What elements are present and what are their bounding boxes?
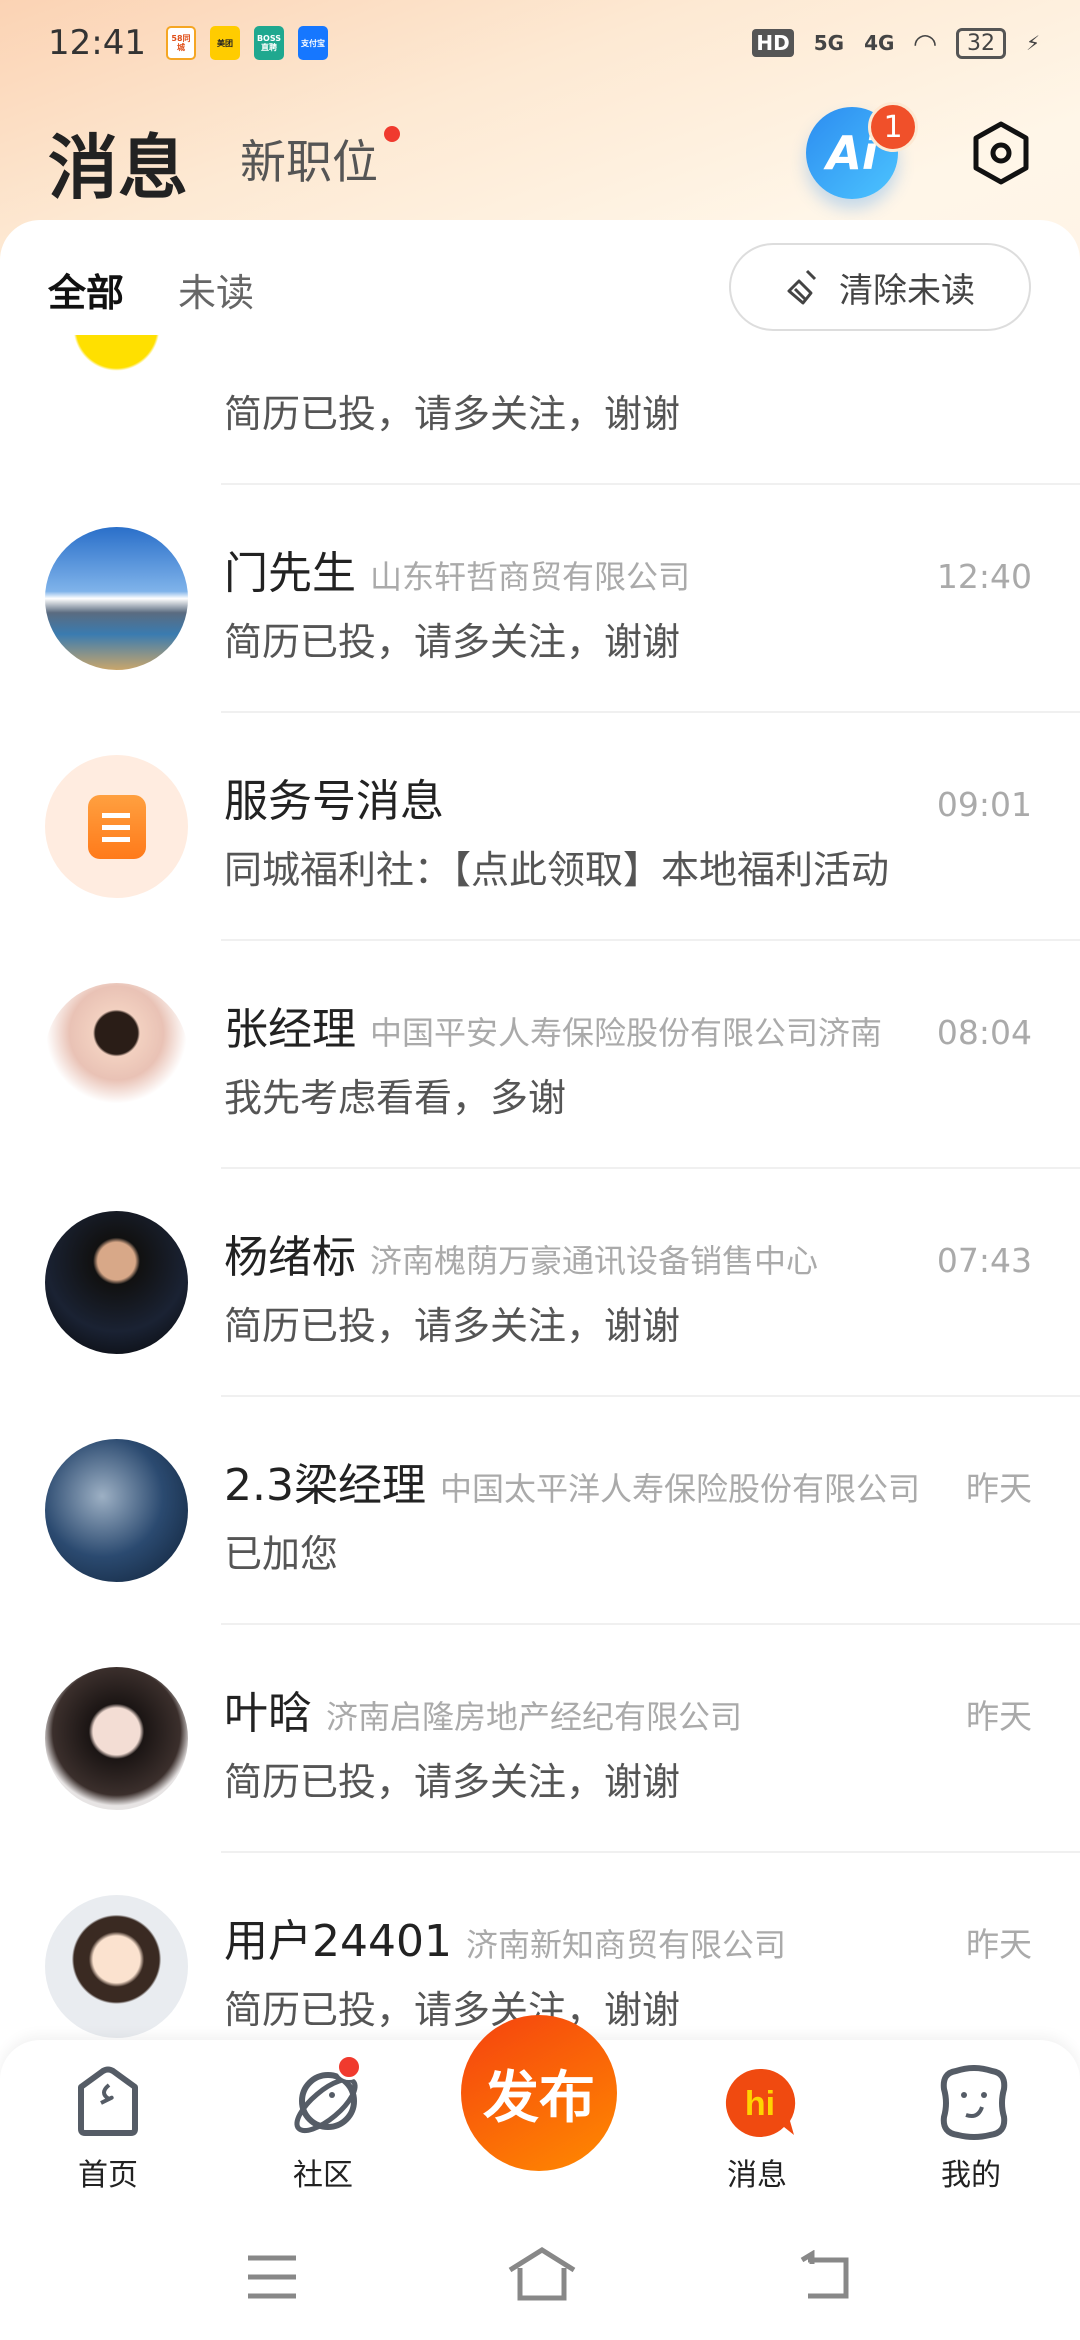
company-name: 山东轩哲商贸有限公司 (370, 558, 691, 596)
status-time: 12:41 (48, 23, 146, 63)
avatar (45, 527, 188, 670)
app-meituan-icon: 美团 (209, 26, 240, 60)
tab-unread[interactable]: 未读 (178, 262, 254, 317)
clear-unread-button[interactable]: 清除未读 (729, 243, 1031, 331)
conversation-row[interactable]: 服务号消息 09:01 同城福利社：【点此领取】本地福利活动 (0, 713, 1080, 941)
message-time: 09:01 (936, 785, 1032, 824)
settings-icon[interactable] (968, 120, 1034, 186)
page-title: 消息 (48, 127, 188, 209)
conversation-row[interactable]: 门先生 山东轩哲商贸有限公司 12:40 简历已投，请多关注，谢谢 (0, 485, 1080, 713)
wifi-icon: ◠ (914, 26, 936, 60)
signal-5g-icon: 5G (813, 31, 845, 55)
contact-name: 服务号消息 (224, 776, 444, 827)
home-tag-icon (78, 2066, 138, 2136)
conversation-list[interactable]: 简历已投，请多关注，谢谢 门先生 山东轩哲商贸有限公司 12:40 简历已投，请多关注，… (0, 335, 1080, 2040)
contact-name: 叶晗 (224, 1688, 312, 1739)
app-boss-icon: BOSS直聘 (253, 26, 284, 60)
message-time: 07:43 (936, 1241, 1032, 1280)
ai-badge: 1 (868, 102, 918, 152)
message-time: 12:40 (936, 557, 1032, 596)
conversation-row[interactable]: 张经理 中国平安人寿保险股份有限公司济南 08:04 我先考虑看看，多谢 (0, 941, 1080, 1169)
hi-text: hi (745, 2085, 775, 2123)
avatar (45, 1439, 188, 1582)
nav-mine[interactable]: 我的 (896, 2040, 1046, 2220)
contact-name: 门先生 (224, 548, 356, 599)
back-icon[interactable] (798, 2250, 852, 2300)
system-nav-bar (0, 2230, 1080, 2340)
status-bar: 12:41 58同城 美团 BOSS直聘 支付宝 HD 5G 4G ◠ 32 ⚡ (48, 18, 1040, 68)
message-preview: 简历已投，请多关注，谢谢 (224, 1988, 681, 2032)
company-name: 济南新知商贸有限公司 (465, 1926, 786, 1964)
nav-home[interactable]: 首页 (33, 2040, 183, 2220)
company-name: 济南启隆房地产经纪有限公司 (326, 1698, 743, 1736)
avatar (45, 335, 188, 442)
new-jobs-dot (384, 126, 400, 142)
broom-icon (787, 269, 817, 305)
conversation-row[interactable]: 用户24401 济南新知商贸有限公司 昨天简历已投，请多关注，谢谢 (0, 1853, 1080, 2040)
contact-name: 用户24401 (224, 1916, 452, 1967)
home-icon[interactable] (506, 2246, 578, 2302)
face-icon (940, 2065, 1008, 2140)
company-name: 中国平安人寿保险股份有限公司济南 (370, 1014, 883, 1052)
conversation-row[interactable]: 叶晗 济南启隆房地产经纪有限公司 昨天简历已投，请多关注，谢谢 (0, 1625, 1080, 1853)
message-preview: 同城福利社：【点此领取】本地福利活动 (224, 848, 890, 892)
publish-button[interactable]: 发布 (461, 2015, 617, 2171)
avatar (45, 1211, 188, 1354)
nav-community[interactable]: 社区 (248, 2040, 398, 2220)
avatar (45, 755, 188, 898)
message-preview: 我先考虑看看，多谢 (224, 1076, 567, 1120)
message-preview: 简历已投，请多关注，谢谢 (224, 1760, 681, 1804)
charging-icon: ⚡ (1025, 31, 1040, 55)
avatar (45, 1667, 188, 1810)
contact-name: 杨绪标 (224, 1232, 356, 1283)
company-name: 中国太平洋人寿保险股份有限公司 (439, 1470, 920, 1508)
nav-messages[interactable]: hi 消息 (682, 2040, 832, 2220)
message-time: 昨天 (966, 1469, 1032, 1508)
battery-icon: 32 (955, 27, 1006, 59)
community-dot (336, 2054, 362, 2080)
signal-4g-icon: 4G (864, 31, 895, 55)
avatar (45, 983, 188, 1126)
nav-home-label: 首页 (78, 2158, 138, 2193)
message-time: 08:04 (936, 1013, 1032, 1052)
company-name: 济南槐荫万豪通讯设备销售中心 (370, 1242, 819, 1280)
app-58-icon: 58同城 (165, 26, 196, 60)
nav-messages-label: 消息 (727, 2158, 787, 2193)
document-icon (88, 795, 146, 859)
conversation-row[interactable]: 简历已投，请多关注，谢谢 (0, 335, 1080, 485)
message-time: 昨天 (966, 1697, 1032, 1736)
conversation-row[interactable]: 杨绪标 济南槐荫万豪通讯设备销售中心 07:43 简历已投，请多关注，谢谢 (0, 1169, 1080, 1397)
message-preview: 简历已投，请多关注，谢谢 (224, 392, 681, 436)
clear-unread-label: 清除未读 (839, 270, 975, 311)
contact-name: 2.3梁经理 (224, 1460, 426, 1511)
message-time: 昨天 (966, 1925, 1032, 1964)
menu-icon[interactable] (246, 2254, 300, 2300)
app-alipay-icon: 支付宝 (297, 26, 328, 60)
hd-icon: HD (752, 29, 794, 57)
message-preview: 已加您 (224, 1532, 339, 1576)
nav-community-label: 社区 (293, 2158, 353, 2193)
avatar (45, 1895, 188, 2038)
hi-bubble-icon: hi (725, 2068, 796, 2137)
message-preview: 简历已投，请多关注，谢谢 (224, 1304, 681, 1348)
tab-all[interactable]: 全部 (48, 262, 124, 317)
conversation-row[interactable]: 2.3梁经理 中国太平洋人寿保险股份有限公司 昨天已加您 (0, 1397, 1080, 1625)
message-preview: 简历已投，请多关注，谢谢 (224, 620, 681, 664)
contact-name: 张经理 (224, 1004, 356, 1055)
new-jobs-tab[interactable]: 新职位 (240, 126, 378, 192)
nav-mine-label: 我的 (941, 2158, 1001, 2193)
